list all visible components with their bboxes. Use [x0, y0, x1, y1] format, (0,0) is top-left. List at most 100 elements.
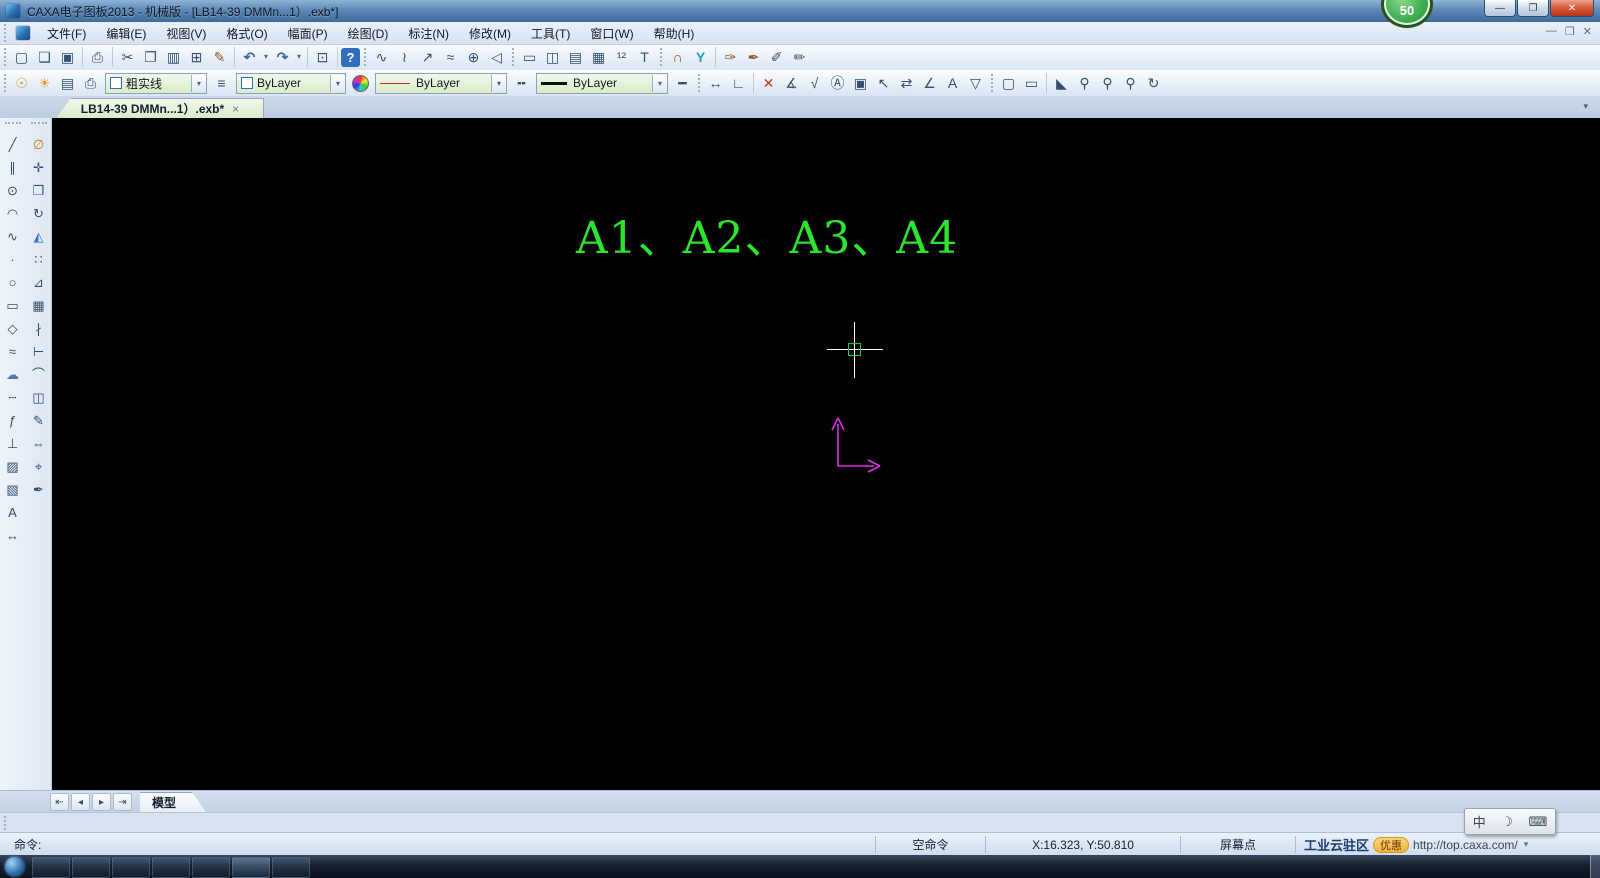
toolbar-grip[interactable]: [4, 48, 6, 66]
linetype-tool-icon[interactable]: ╍: [510, 72, 533, 94]
datum-icon[interactable]: Ⓐ: [826, 72, 849, 94]
menu-file[interactable]: 文件(F): [37, 22, 96, 45]
cut-icon[interactable]: ✂: [116, 46, 139, 68]
curve-cut-dim-icon[interactable]: ✕: [757, 72, 780, 94]
revision-cloud-icon[interactable]: ☁: [1, 363, 24, 386]
taskbar-app-button[interactable]: [72, 857, 110, 878]
paper-frame-icon[interactable]: ▭: [518, 46, 541, 68]
start-button[interactable]: [5, 857, 24, 876]
close-button[interactable]: ✕: [1550, 0, 1594, 17]
wave-line-icon[interactable]: ∿: [370, 46, 393, 68]
taskbar-app-button[interactable]: [272, 857, 310, 878]
spline-icon[interactable]: ∿: [1, 225, 24, 248]
minimize-button[interactable]: —: [1484, 0, 1516, 17]
scale-icon[interactable]: ⊿: [27, 271, 50, 294]
show-desktop-button[interactable]: [1590, 855, 1600, 878]
construction-line-icon[interactable]: ┄: [1, 386, 24, 409]
node-curve-icon[interactable]: ≀: [393, 46, 416, 68]
chevron-down-icon[interactable]: ▾: [330, 74, 345, 92]
taskbar-app-button[interactable]: [192, 857, 230, 878]
model-tab[interactable]: 模型: [140, 792, 206, 812]
smart-dimension-icon[interactable]: ↔: [704, 72, 727, 94]
save-icon[interactable]: ▣: [56, 46, 79, 68]
fillet-icon[interactable]: ⌒: [27, 363, 50, 386]
menu-sheet[interactable]: 幅面(P): [278, 22, 338, 45]
axis-icon[interactable]: ⊥: [1, 432, 24, 455]
layer-tool-icon[interactable]: ≡: [210, 72, 233, 94]
leader-icon[interactable]: ↖: [872, 72, 895, 94]
restore-button[interactable]: ❐: [1517, 0, 1549, 17]
stretch-icon[interactable]: ⇔: [27, 432, 50, 455]
menu-format[interactable]: 格式(O): [216, 22, 277, 45]
chevron-down-icon[interactable]: ▾: [191, 74, 206, 92]
view-3d-icon[interactable]: ◫: [27, 386, 50, 409]
toolbar-grip[interactable]: [991, 74, 993, 92]
edit-dimension-icon[interactable]: ✎: [27, 409, 50, 432]
toolbar-grip[interactable]: [364, 48, 366, 66]
menu-view[interactable]: 视图(V): [156, 22, 216, 45]
redo-dropdown-icon[interactable]: ▾: [294, 46, 304, 68]
shape-edit-icon[interactable]: ✐: [765, 46, 788, 68]
menu-dimension[interactable]: 标注(N): [398, 22, 459, 45]
ellipse-icon[interactable]: ○: [1, 271, 24, 294]
sun-icon[interactable]: ☀: [33, 72, 56, 94]
undo-dropdown-icon[interactable]: ▾: [261, 46, 271, 68]
copy-icon[interactable]: ❐: [139, 46, 162, 68]
toolbar-grip[interactable]: [4, 816, 6, 830]
menu-draw[interactable]: 绘图(D): [338, 22, 399, 45]
rectangle-icon[interactable]: ▭: [1, 294, 24, 317]
text-brush-icon[interactable]: ✒: [742, 46, 765, 68]
magnet-icon[interactable]: ∩: [666, 46, 689, 68]
ime-language-toggle[interactable]: 中: [1473, 812, 1486, 831]
extend-icon[interactable]: ⊢: [27, 340, 50, 363]
polygon-icon[interactable]: ◇: [1, 317, 24, 340]
taskbar-app-button[interactable]: [152, 857, 190, 878]
break-icon[interactable]: ∤: [27, 317, 50, 340]
style-manager-icon[interactable]: ✒: [27, 478, 50, 501]
ruler-icon[interactable]: ▭: [1020, 72, 1043, 94]
format-brush-icon[interactable]: ✎: [208, 46, 231, 68]
check-dimension-icon[interactable]: √: [803, 72, 826, 94]
redo-icon[interactable]: ↷: [271, 46, 294, 68]
industrial-cloud-link[interactable]: 工业云驻区 优惠 http://top.caxa.com/ ▾: [1295, 836, 1600, 853]
coordinate-dimension-icon[interactable]: ∟: [727, 72, 750, 94]
surface-finish-icon[interactable]: ▽: [964, 72, 987, 94]
zoom-icon[interactable]: ⚲: [1073, 72, 1096, 94]
menu-tools[interactable]: 工具(T): [521, 22, 580, 45]
array-icon[interactable]: ∷: [27, 248, 50, 271]
print-icon[interactable]: ⎙: [86, 46, 109, 68]
undo-icon[interactable]: ↶: [238, 46, 261, 68]
cloud-url[interactable]: http://top.caxa.com/: [1413, 838, 1518, 852]
mdi-minimize-button[interactable]: —: [1546, 25, 1557, 38]
taskbar-app-button[interactable]: [32, 857, 70, 878]
parameter-table-icon[interactable]: ▦: [587, 46, 610, 68]
formula-curve-icon[interactable]: ƒ: [1, 409, 24, 432]
drawing-canvas[interactable]: A1、A2、A3、A4: [52, 118, 1600, 790]
taskbar-app-button[interactable]: [232, 857, 270, 878]
document-tab[interactable]: LB14-39 DMMn...1）.exb* ×: [56, 98, 264, 118]
chevron-down-icon[interactable]: ▾: [652, 74, 667, 92]
tab-close-icon[interactable]: ×: [232, 102, 239, 116]
layer-combo[interactable]: 粗实线 ▾: [105, 72, 207, 94]
menu-help[interactable]: 帮助(H): [644, 22, 705, 45]
move-icon[interactable]: ✛: [27, 156, 50, 179]
mirror-icon[interactable]: ◭: [27, 225, 50, 248]
erase-icon[interactable]: ∅: [27, 133, 50, 156]
ime-keyboard-icon[interactable]: ⌨: [1528, 814, 1547, 830]
dimension-tool-icon[interactable]: ↔: [1, 524, 24, 547]
wavy-line-icon[interactable]: ≈: [1, 340, 24, 363]
sheet-prev-button[interactable]: ◂: [71, 793, 90, 811]
frame-edit-icon[interactable]: ◫: [541, 46, 564, 68]
promo-badge[interactable]: 优惠: [1373, 836, 1410, 853]
menu-window[interactable]: 窗口(W): [580, 22, 643, 45]
layer-print-icon[interactable]: ⎙: [79, 72, 102, 94]
linetype-combo[interactable]: ByLayer ▾: [375, 72, 507, 94]
open-icon[interactable]: ❏: [33, 46, 56, 68]
chevron-down-icon[interactable]: ▾: [1524, 839, 1529, 850]
profile-icon[interactable]: ▧: [1, 478, 24, 501]
leader-arrow-icon[interactable]: ↗: [416, 46, 439, 68]
hatch-icon[interactable]: ▨: [1, 455, 24, 478]
arc-icon[interactable]: ◠: [1, 202, 24, 225]
cone-icon[interactable]: ◁: [485, 46, 508, 68]
chevron-down-icon[interactable]: ▾: [491, 74, 506, 92]
